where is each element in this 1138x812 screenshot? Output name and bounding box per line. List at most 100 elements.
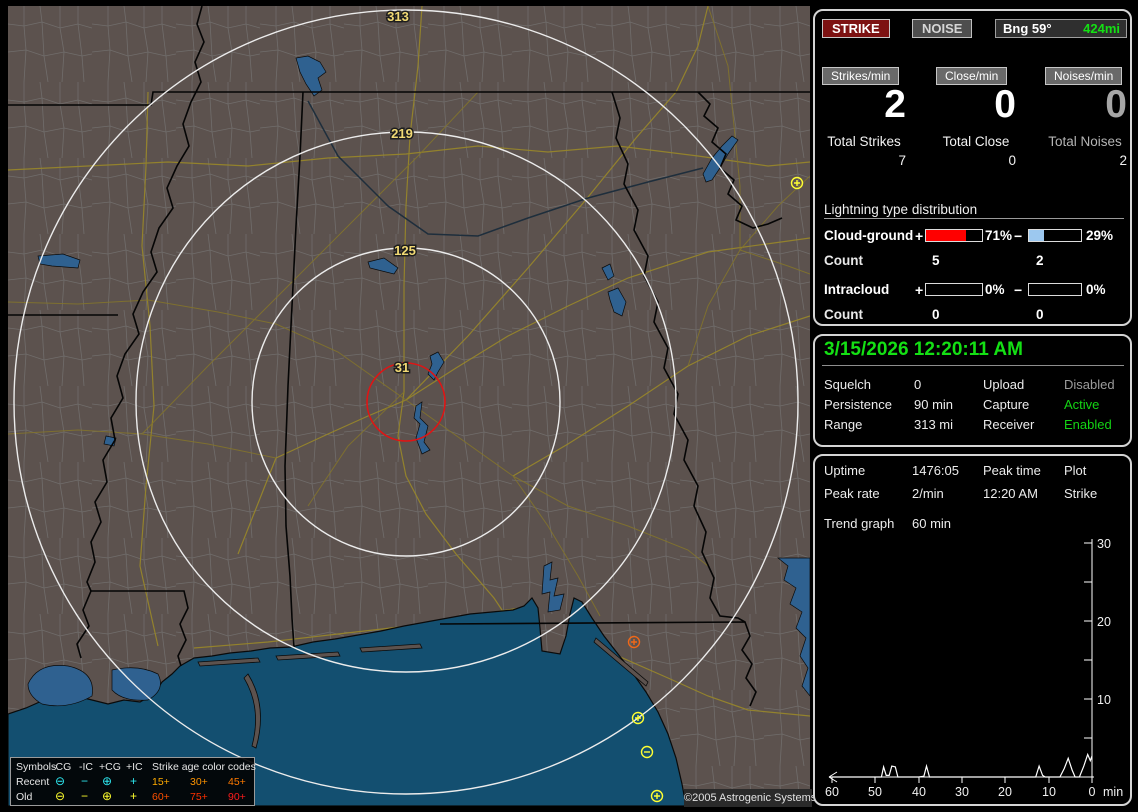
age-code-15: 15+ (152, 776, 170, 788)
x-tick-label: 30 (955, 785, 969, 799)
cg-positive-bar-fill (926, 230, 966, 241)
total-close-label: Total Close (942, 134, 1010, 149)
ic-positive-bar (925, 283, 983, 296)
lightning-map[interactable]: 313 219 125 31 (8, 6, 810, 806)
strikes-per-min-value: 2 (884, 83, 906, 126)
trend-graph-label: Trend graph (824, 516, 895, 531)
status-row: Persistence 90 min Capture Active (815, 397, 1130, 415)
capture-status: Active (1064, 397, 1100, 412)
receiver-status: Enabled (1064, 417, 1112, 432)
cg-positive-bar (925, 229, 983, 242)
cloud-ground-label: Cloud-ground (824, 228, 914, 243)
peak-rate-value: 2/min (912, 486, 944, 501)
neg-ic-recent-icon: − (81, 774, 89, 788)
cg-negative-bar (1028, 229, 1082, 242)
count-label: Count (824, 253, 863, 268)
trend-graph-window: 60 min (912, 516, 952, 531)
upload-label: Upload (983, 377, 1025, 392)
legend-col-pos-cg: +CG (99, 761, 121, 773)
intracloud-label: Intracloud (824, 282, 890, 297)
ic-negative-pct: 0% (1086, 282, 1106, 297)
age-code-75: 75+ (190, 791, 208, 803)
noise-toggle-button[interactable]: NOISE (912, 19, 973, 38)
x-tick-label: 0 (1089, 785, 1096, 799)
x-tick-label: 50 (868, 785, 882, 799)
total-close-value: 0 (1008, 153, 1016, 168)
counters-panel: STRIKE NOISE Bng 59° 424mi Strikes/min C… (813, 9, 1132, 326)
trend-graph-row: Trend graph 60 min (815, 516, 1130, 534)
age-code-90: 90+ (228, 791, 246, 803)
cloud-ground-row: Cloud-ground + 71% − 29% (815, 228, 1130, 244)
upload-status: Disabled (1064, 377, 1115, 392)
neg-cg-recent-icon: ⊖ (55, 774, 66, 788)
cloud-ground-count-row: Count 5 2 (815, 253, 1130, 269)
ic-positive-pct: 0% (985, 282, 1005, 297)
pos-cg-old-icon: ⊕ (102, 789, 113, 803)
copyright-notice: ©2005 Astrogenic Systems (684, 789, 816, 807)
stats-row: Peak rate 2/min 12:20 AM Strike (815, 486, 1130, 504)
age-code-45: 45+ (228, 776, 246, 788)
ic-positive-count: 0 (932, 307, 940, 322)
range-ring-label: 125 (394, 243, 416, 258)
legend-symbols-header: Symbols (16, 761, 57, 773)
intracloud-count-row: Count 0 0 (815, 307, 1130, 323)
close-per-min-value: 0 (994, 83, 1016, 126)
x-tick-label: 20 (998, 785, 1012, 799)
legend-recent-row: Recent ⊖ − ⊕ + 15+ 30+ 45+ (11, 775, 254, 789)
persistence-value: 90 min (914, 397, 954, 412)
squelch-label: Squelch (824, 377, 871, 392)
pos-ic-recent-icon: + (130, 774, 138, 788)
peak-time-value: 12:20 AM (983, 486, 1038, 501)
count-label: Count (824, 307, 863, 322)
ic-negative-count: 0 (1036, 307, 1044, 322)
plus-sign: + (915, 228, 924, 244)
range-value: 313 mi (914, 417, 954, 432)
distance-value: 424mi (1083, 21, 1120, 36)
cg-positive-count: 5 (932, 253, 940, 268)
cg-negative-count: 2 (1036, 253, 1044, 268)
noises-per-min-value: 0 (1105, 83, 1127, 126)
pos-cg-recent-icon: ⊕ (102, 774, 113, 788)
x-tick-label: 40 (912, 785, 926, 799)
strike-rate-line (832, 752, 1093, 778)
stats-row: Uptime 1476:05 Peak time Plot (815, 463, 1130, 481)
trend-panel: Uptime 1476:05 Peak time Plot Peak rate … (813, 454, 1132, 806)
peak-time-label: Peak time (983, 463, 1041, 478)
y-tick-label: 10 (1097, 693, 1111, 707)
x-tick-label: 10 (1042, 785, 1056, 799)
status-row: Range 313 mi Receiver Enabled (815, 417, 1130, 435)
side-panel: STRIKE NOISE Bng 59° 424mi Strikes/min C… (813, 0, 1132, 812)
distribution-title: Lightning type distribution (824, 202, 1124, 219)
symbol-legend: Symbols -CG -IC +CG +IC Strike age color… (10, 757, 256, 806)
status-panel: 3/15/2026 12:20:11 AM Squelch 0 Upload D… (813, 334, 1132, 447)
legend-old-label: Old (16, 791, 33, 803)
total-strikes-value: 7 (898, 153, 906, 168)
x-axis-unit: min (1103, 785, 1123, 799)
strike-toggle-button[interactable]: STRIKE (822, 19, 890, 38)
bearing-readout: Bng 59° 424mi (995, 19, 1127, 38)
persistence-label: Persistence (824, 397, 892, 412)
legend-recent-label: Recent (16, 776, 50, 788)
chart-axes (828, 539, 1094, 783)
total-noises-label: Total Noises (1048, 134, 1122, 149)
cg-negative-bar-fill (1029, 230, 1045, 241)
plot-value: Strike (1064, 486, 1098, 501)
cg-positive-pct: 71% (985, 228, 1013, 243)
age-code-60: 60+ (152, 791, 170, 803)
chart-labels: 30 20 10 60 50 40 30 20 10 0 min (825, 537, 1123, 799)
uptime-value: 1476:05 (912, 463, 959, 478)
range-ring-label: 219 (391, 126, 413, 141)
total-strikes-label: Total Strikes (827, 134, 901, 149)
plus-sign: + (915, 282, 924, 298)
squelch-value: 0 (914, 377, 922, 392)
y-tick-label: 30 (1097, 537, 1111, 551)
minus-sign: − (1014, 228, 1023, 244)
ic-negative-bar (1028, 283, 1082, 296)
app-window: 313 219 125 31 Symbols -CG -IC +CG +IC S… (0, 0, 1138, 812)
legend-age-header: Strike age color codes (152, 761, 256, 773)
status-row: Squelch 0 Upload Disabled (815, 377, 1130, 395)
cg-negative-pct: 29% (1086, 228, 1114, 243)
peak-rate-label: Peak rate (824, 486, 880, 501)
x-tick-label: 60 (825, 785, 839, 799)
age-code-30: 30+ (190, 776, 208, 788)
